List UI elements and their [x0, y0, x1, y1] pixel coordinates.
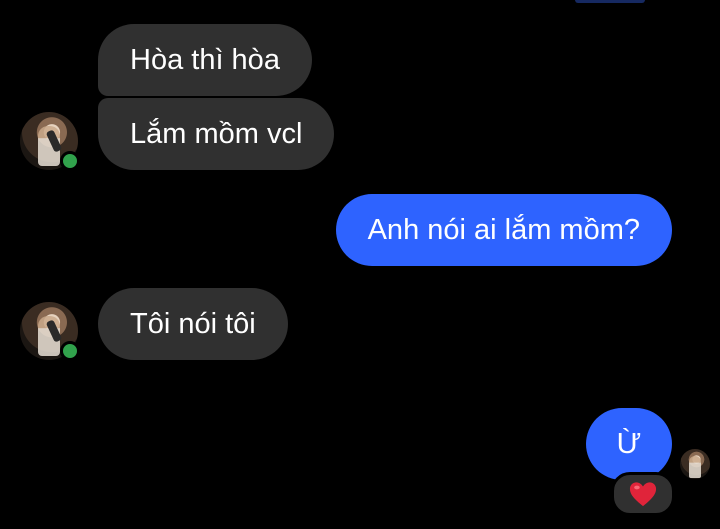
message-bubble-incoming[interactable]: Lắm mồm vcl [98, 98, 335, 170]
online-status-dot [60, 151, 80, 171]
message-text: Lắm mồm vcl [130, 118, 303, 150]
online-status-dot [60, 341, 80, 361]
message-reaction[interactable] [611, 472, 675, 516]
message-text: Hòa thì hòa [130, 44, 280, 76]
message-text: Ừ [616, 428, 642, 460]
seen-avatar [680, 449, 710, 479]
message-bubble-incoming[interactable]: Hòa thì hòa [98, 24, 312, 96]
top-edge-accent [575, 0, 645, 3]
message-bubble-incoming[interactable]: Tôi nói tôi [98, 288, 288, 360]
heart-icon [629, 482, 657, 507]
message-bubble-outgoing[interactable]: Ừ [586, 408, 672, 480]
message-text: Tôi nói tôi [130, 308, 256, 340]
message-bubble-outgoing[interactable]: Anh nói ai lắm mồm? [335, 194, 672, 266]
message-text: Anh nói ai lắm mồm? [367, 214, 640, 246]
